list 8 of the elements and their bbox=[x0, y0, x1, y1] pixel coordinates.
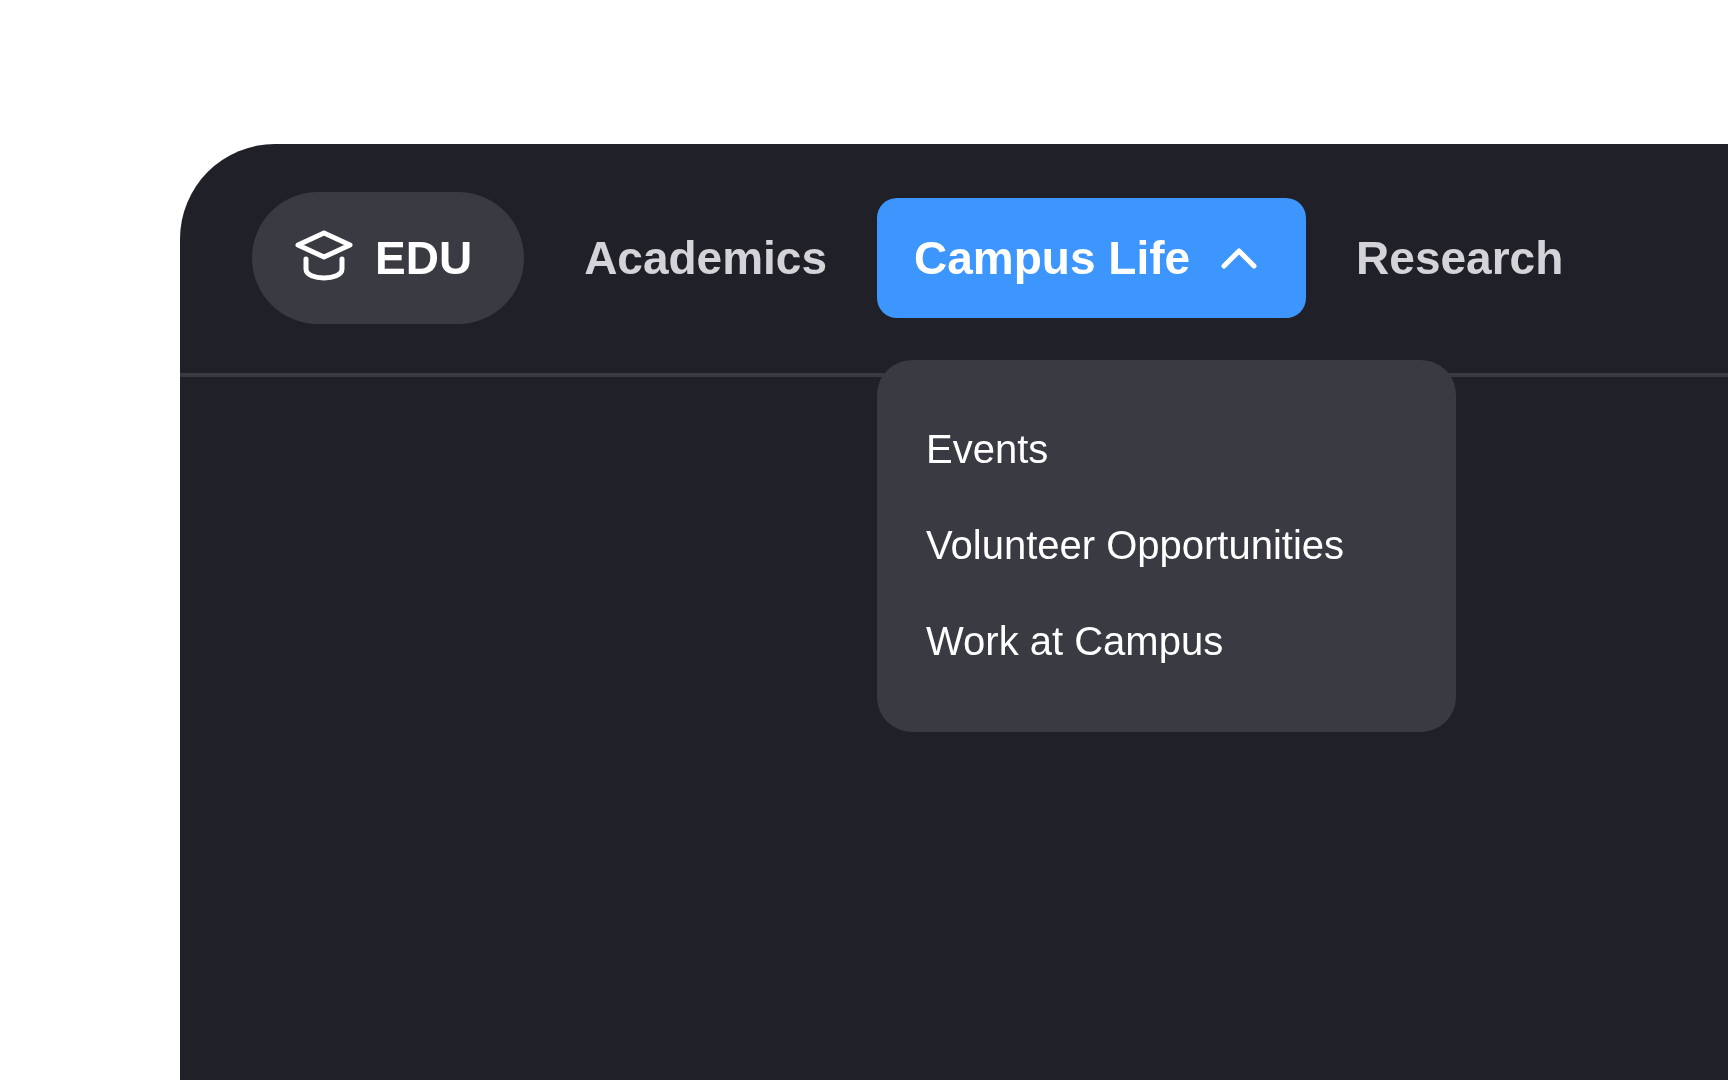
menu-item[interactable]: Events bbox=[926, 401, 1049, 497]
logo-text: EDU bbox=[375, 230, 473, 286]
logo-pill[interactable]: EDU bbox=[252, 192, 525, 324]
menu-item[interactable]: Work at Campus bbox=[926, 593, 1224, 689]
menu-item[interactable]: Volunteer Opportunities bbox=[926, 497, 1345, 593]
chevron-up-icon bbox=[1220, 246, 1259, 270]
nav-tab[interactable]: Academics bbox=[584, 198, 828, 318]
nav-tab[interactable]: Research bbox=[1356, 198, 1564, 318]
